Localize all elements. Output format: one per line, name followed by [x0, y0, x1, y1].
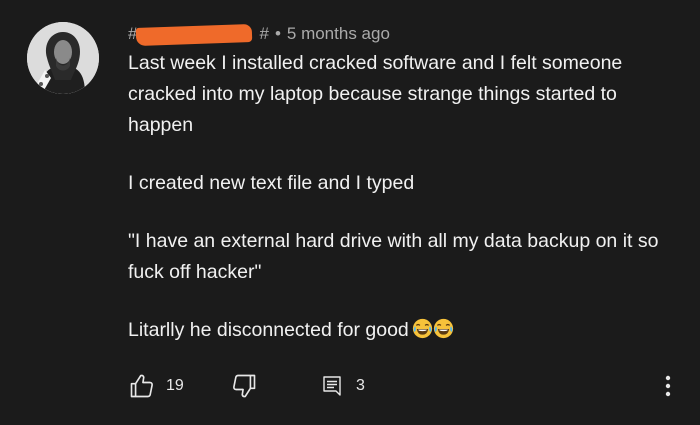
comment-actions: 19 3 — [128, 372, 688, 400]
comment-line: "I have an external hard drive with all … — [128, 230, 659, 283]
laughing-emoji-icon — [412, 318, 433, 339]
laughing-emoji-icon — [433, 318, 454, 339]
comment-line: Last week I installed cracked software a… — [128, 52, 623, 136]
redaction-scribble — [135, 23, 253, 47]
comment-line: Litarlly he disconnected for good — [128, 319, 409, 341]
comment-icon — [323, 376, 341, 396]
thumbs-down-icon — [233, 374, 256, 398]
like-count: 19 — [166, 377, 184, 394]
author-handle-end: # — [259, 24, 269, 43]
comment-header: # # • 5 months ago — [128, 22, 390, 47]
more-vertical-icon — [665, 375, 671, 397]
comment-card: # # • 5 months ago Last week I installed … — [0, 0, 700, 425]
reply-count: 3 — [356, 377, 365, 394]
author-handle[interactable]: # # — [128, 23, 269, 47]
thumbs-up-icon — [130, 374, 153, 398]
more-actions-button[interactable] — [662, 372, 674, 400]
comment-body: Last week I installed cracked software a… — [128, 48, 668, 346]
like-button[interactable]: 19 — [128, 372, 184, 400]
comment-timestamp[interactable]: 5 months ago — [287, 24, 390, 44]
comment-line-last: Litarlly he disconnected for good — [128, 315, 668, 346]
header-separator: • — [274, 24, 281, 43]
dislike-button[interactable] — [230, 372, 258, 400]
avatar[interactable] — [27, 22, 99, 94]
avatar-image — [27, 22, 99, 94]
replies-button[interactable]: 3 — [320, 372, 365, 400]
comment-line: I created new text file and I typed — [128, 172, 415, 194]
